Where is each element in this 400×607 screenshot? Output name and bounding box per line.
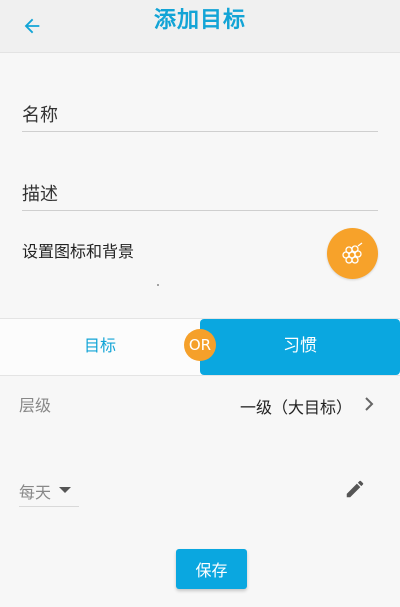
chevron-right-icon[interactable] xyxy=(361,395,377,413)
name-field-label: 名称 xyxy=(22,105,58,126)
or-badge: OR xyxy=(184,329,216,361)
name-field[interactable]: 名称 xyxy=(22,81,378,132)
app-header: 添加目标 xyxy=(0,0,400,53)
toggle-option-habit[interactable]: 习惯 xyxy=(200,319,400,375)
arrow-left-icon xyxy=(24,18,40,34)
level-label: 层级 xyxy=(19,396,52,415)
level-value[interactable]: 一级（大目标） xyxy=(240,394,352,418)
toggle-option-goal[interactable]: 目标 xyxy=(0,319,200,375)
frequency-value: 每天 xyxy=(19,483,52,502)
description-field[interactable]: 描述 xyxy=(22,160,378,211)
icon-bg-label: 设置图标和背景 xyxy=(22,242,135,261)
caret-down-icon xyxy=(59,487,71,493)
save-button[interactable]: 保存 xyxy=(176,549,247,589)
description-field-label: 描述 xyxy=(22,184,58,205)
grapes-icon xyxy=(341,241,362,264)
pencil-icon xyxy=(346,480,364,498)
icon-picker-button[interactable] xyxy=(327,228,378,279)
back-button[interactable] xyxy=(16,10,48,42)
decorative-dot xyxy=(157,284,159,286)
frequency-dropdown[interactable]: 每天 xyxy=(19,476,79,507)
page-title: 添加目标 xyxy=(153,8,246,33)
edit-button[interactable] xyxy=(343,477,367,501)
